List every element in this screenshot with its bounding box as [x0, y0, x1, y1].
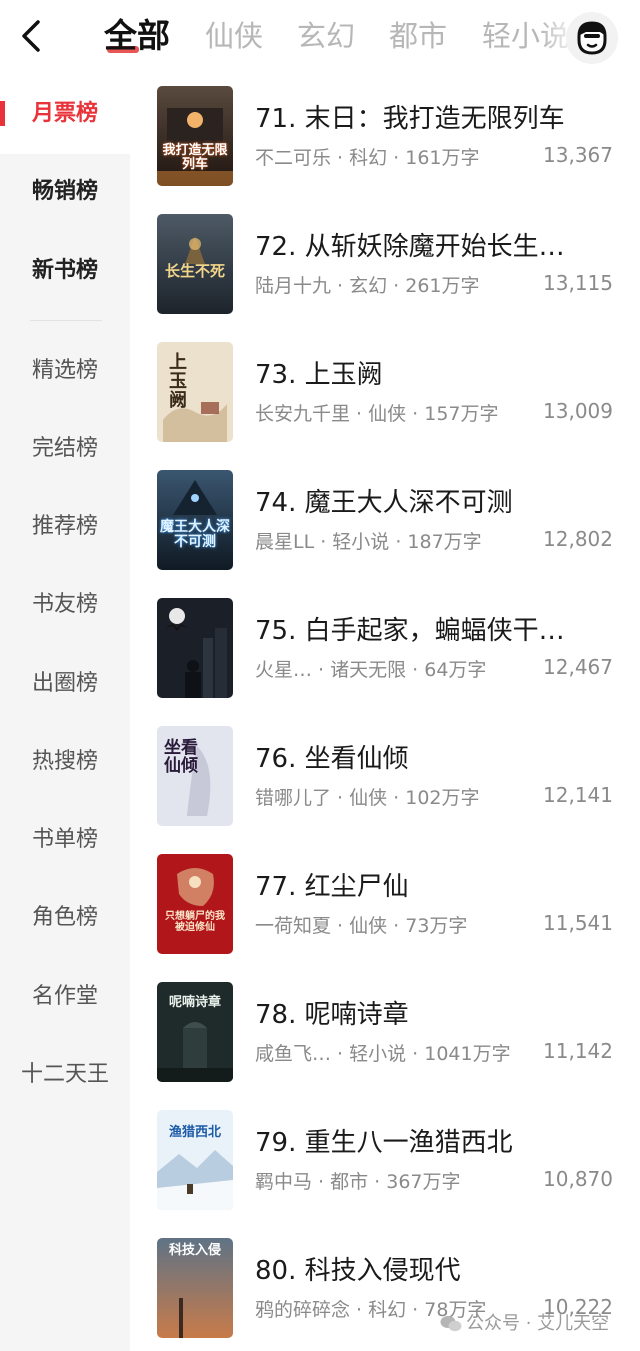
- ticket-count: 12,467: [543, 655, 613, 679]
- book-meta: 一荷知夏 · 仙侠 · 73万字: [255, 915, 468, 937]
- tab-all[interactable]: 全部: [104, 14, 170, 58]
- book-cover[interactable]: 呢喃诗章: [157, 982, 233, 1082]
- book-cover[interactable]: 魔王大人深不可测: [157, 470, 233, 570]
- watermark-text: 公众号 · 艾儿天空: [466, 1313, 610, 1334]
- book-cover[interactable]: [157, 598, 233, 698]
- sidebar-item-bestseller[interactable]: 畅销榜: [0, 172, 130, 212]
- book-row[interactable]: 呢喃诗章 78. 呢喃诗章 咸鱼飞… · 轻小说 · 1041万字 11,142: [157, 982, 627, 1082]
- tab-dushi[interactable]: 都市: [389, 14, 447, 58]
- watermark: 公众号 · 艾儿天空: [440, 1309, 609, 1335]
- sidebar-item-twelve-kings[interactable]: 十二天王: [0, 1055, 130, 1095]
- sidebar-item-hall-of-fame[interactable]: 名作堂: [0, 977, 130, 1017]
- book-row[interactable]: 坐看仙倾 76. 坐看仙倾 错哪儿了 · 仙侠 · 102万字 12,141: [157, 726, 627, 826]
- sidebar-divider: [30, 320, 102, 321]
- tab-xianxia[interactable]: 仙侠: [205, 14, 263, 58]
- ticket-count: 13,009: [543, 399, 613, 423]
- book-meta: 陆月十九 · 玄幻 · 261万字: [255, 275, 480, 297]
- sidebar-item-monthly-ticket[interactable]: 月票榜: [0, 94, 130, 134]
- cover-title: 呢喃诗章: [168, 995, 221, 1010]
- cover-title: 魔王大人深不可测: [160, 519, 230, 550]
- book-title: 77. 红尘尸仙: [255, 872, 409, 902]
- ticket-count: 10,870: [543, 1167, 613, 1191]
- book-row[interactable]: 魔王大人深不可测 74. 魔王大人深不可测 晨星LL · 轻小说 · 187万字…: [157, 470, 627, 570]
- sidebar-item-characters[interactable]: 角色榜: [0, 898, 130, 938]
- sidebar-item-hot-search[interactable]: 热搜榜: [0, 742, 130, 782]
- book-meta: 不二可乐 · 科幻 · 161万字: [255, 147, 480, 169]
- back-button[interactable]: [14, 16, 48, 56]
- cover-title: 坐看仙倾: [164, 738, 198, 776]
- book-cover[interactable]: 只想躺尸的我被迫修仙: [157, 854, 233, 954]
- cover-title: 科技入侵: [168, 1243, 221, 1258]
- book-cover[interactable]: 坐看仙倾: [157, 726, 233, 826]
- cover-title: 只想躺尸的我被迫修仙: [165, 911, 225, 933]
- tab-xuanhuan[interactable]: 玄幻: [297, 14, 355, 58]
- sidebar-item-featured[interactable]: 精选榜: [0, 351, 130, 391]
- sidebar-item-recommended[interactable]: 推荐榜: [0, 507, 130, 547]
- book-meta: 长安九千里 · 仙侠 · 157万字: [255, 403, 499, 425]
- book-meta: 咸鱼飞… · 轻小说 · 1041万字: [255, 1043, 511, 1065]
- book-title: 73. 上玉阙: [255, 360, 383, 390]
- book-title: 76. 坐看仙倾: [255, 744, 409, 774]
- sidebar-item-readers[interactable]: 书友榜: [0, 585, 130, 625]
- book-row[interactable]: 我打造无限列车 71. 末日：我打造无限列车 不二可乐 · 科幻 · 161万字…: [157, 86, 627, 186]
- book-title: 78. 呢喃诗章: [255, 1000, 409, 1030]
- book-cover[interactable]: 渔猎西北: [157, 1110, 233, 1210]
- ticket-count: 12,802: [543, 527, 613, 551]
- book-cover[interactable]: 我打造无限列车: [157, 86, 233, 186]
- book-title: 74. 魔王大人深不可测: [255, 488, 513, 518]
- book-meta: 火星… · 诸天无限 · 64万字: [255, 659, 487, 681]
- book-row[interactable]: 渔猎西北 79. 重生八一渔猎西北 羁中马 · 都市 · 367万字 10,87…: [157, 1110, 627, 1210]
- ticket-count: 11,142: [543, 1039, 613, 1063]
- cover-title: 上玉阙: [169, 352, 187, 411]
- book-title: 75. 白手起家，蝙蝠侠干…: [255, 616, 565, 646]
- wechat-icon: [440, 1316, 462, 1332]
- book-title: 71. 末日：我打造无限列车: [255, 104, 565, 134]
- book-cover[interactable]: 长生不死: [157, 214, 233, 314]
- user-avatar-icon: [577, 21, 607, 55]
- book-row[interactable]: 上玉阙 73. 上玉阙 长安九千里 · 仙侠 · 157万字 13,009: [157, 342, 627, 442]
- ticket-count: 13,115: [543, 271, 613, 295]
- avatar-button[interactable]: [566, 12, 618, 64]
- book-title: 79. 重生八一渔猎西北: [255, 1128, 513, 1158]
- sidebar-item-booklists[interactable]: 书单榜: [0, 820, 130, 860]
- sidebar-item-completed[interactable]: 完结榜: [0, 429, 130, 469]
- top-bar: 全部 仙侠 玄幻 都市 轻小说: [0, 0, 640, 74]
- book-row[interactable]: 75. 白手起家，蝙蝠侠干… 火星… · 诸天无限 · 64万字 12,467: [157, 598, 627, 698]
- book-meta: 羁中马 · 都市 · 367万字: [255, 1171, 461, 1193]
- chevron-left-icon: [22, 20, 40, 52]
- book-meta: 晨星LL · 轻小说 · 187万字: [255, 531, 482, 553]
- book-cover[interactable]: 上玉阙: [157, 342, 233, 442]
- ticket-count: 11,541: [543, 911, 613, 935]
- sidebar-item-new-books[interactable]: 新书榜: [0, 251, 130, 291]
- ticket-count: 13,367: [543, 143, 613, 167]
- sidebar: 月票榜 畅销榜 新书榜 精选榜 完结榜 推荐榜 书友榜 出圈榜 热搜榜 书单榜 …: [0, 74, 130, 1351]
- book-row[interactable]: 长生不死 72. 从斩妖除魔开始长生… 陆月十九 · 玄幻 · 261万字 13…: [157, 214, 627, 314]
- ticket-count: 12,141: [543, 783, 613, 807]
- book-meta: 错哪儿了 · 仙侠 · 102万字: [255, 787, 480, 809]
- book-row[interactable]: 只想躺尸的我被迫修仙 77. 红尘尸仙 一荷知夏 · 仙侠 · 73万字 11,…: [157, 854, 627, 954]
- book-title: 72. 从斩妖除魔开始长生…: [255, 232, 565, 262]
- book-cover[interactable]: 科技入侵: [157, 1238, 233, 1338]
- book-title: 80. 科技入侵现代: [255, 1256, 461, 1286]
- cover-title: 我打造无限列车: [162, 143, 228, 172]
- cover-title: 长生不死: [164, 262, 225, 280]
- cover-title: 渔猎西北: [168, 1125, 221, 1140]
- sidebar-item-breakout[interactable]: 出圈榜: [0, 664, 130, 704]
